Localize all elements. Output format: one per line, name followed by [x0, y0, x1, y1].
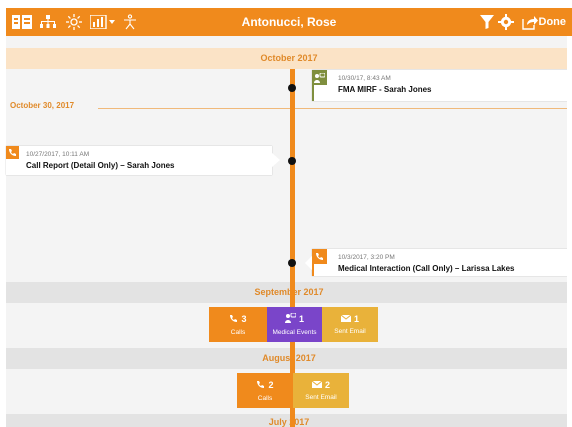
event-title: FMA MIRF - Sarah Jones — [338, 85, 432, 94]
summary-count: 1 — [353, 314, 359, 324]
email-icon — [340, 314, 352, 324]
hierarchy-icon[interactable] — [40, 13, 56, 31]
call-icon — [6, 146, 19, 159]
summary-label: Sent Email — [334, 328, 366, 335]
summary-sent-email-september[interactable]: 1 Sent Email — [322, 307, 378, 342]
card-pointer — [305, 256, 312, 270]
event-card-call-report[interactable]: 10/27/2017, 10:11 AM Call Report (Detail… — [6, 146, 272, 175]
app-frame: Antonucci, Rose Done October 2017 Octobe… — [0, 0, 572, 427]
timeline: October 2017 October 30, 2017 September … — [6, 36, 572, 427]
card-pointer — [272, 153, 280, 167]
event-color-strip — [312, 264, 314, 276]
medical-event-icon — [284, 312, 297, 325]
summary-sent-email-august[interactable]: 2 Sent Email — [293, 373, 349, 408]
event-card-medical-interaction[interactable]: 10/3/2017, 3:20 PM Medical Interaction (… — [312, 249, 572, 276]
date-divider: October 30, 2017 — [6, 101, 572, 115]
email-icon — [311, 380, 323, 390]
month-header-october: October 2017 — [6, 48, 572, 69]
summary-count: 2 — [268, 380, 274, 390]
summary-label: Medical Events — [272, 329, 317, 336]
event-card-fma-mirf[interactable]: 10/30/17, 8:43 AM FMA MIRF - Sarah Jones — [312, 70, 572, 101]
summary-calls-august[interactable]: 2 Calls — [237, 373, 293, 408]
month-header-july: July 2017 — [6, 414, 572, 427]
accessibility-icon[interactable] — [122, 13, 138, 31]
share-icon[interactable] — [522, 13, 538, 31]
event-meta: 10/3/2017, 3:20 PM — [338, 254, 395, 261]
summary-count: 1 — [298, 314, 304, 324]
event-meta: 10/30/17, 8:43 AM — [338, 75, 391, 82]
sun-icon[interactable] — [66, 13, 82, 31]
summary-label: Calls — [230, 328, 246, 336]
event-dot — [288, 157, 296, 165]
call-icon — [256, 380, 265, 391]
split-view-icon[interactable] — [12, 13, 32, 31]
summary-label: Calls — [257, 394, 273, 402]
summary-medical-events-september[interactable]: 1 Medical Events — [267, 307, 322, 342]
medical-event-icon — [312, 70, 327, 85]
event-color-strip — [312, 85, 314, 101]
summary-count: 2 — [324, 380, 330, 390]
event-meta: 10/27/2017, 10:11 AM — [26, 151, 90, 158]
month-header-september: September 2017 — [6, 282, 572, 303]
done-button[interactable]: Done — [539, 8, 567, 36]
summary-label: Sent Email — [305, 394, 337, 401]
gear-icon[interactable] — [498, 13, 514, 31]
event-title: Medical Interaction (Call Only) – Lariss… — [338, 264, 515, 273]
event-title: Call Report (Detail Only) – Sarah Jones — [26, 161, 175, 170]
month-header-august: August 2017 — [6, 348, 572, 369]
divider-line — [98, 108, 290, 109]
event-dot — [288, 259, 296, 267]
call-icon — [312, 249, 327, 264]
scrollbar[interactable] — [567, 36, 572, 427]
top-toolbar: Antonucci, Rose Done — [6, 8, 572, 36]
filter-icon[interactable] — [480, 13, 494, 31]
summary-count: 3 — [241, 314, 247, 324]
divider-line — [295, 108, 572, 109]
date-divider-label: October 30, 2017 — [10, 101, 75, 110]
event-dot — [288, 84, 296, 92]
call-icon — [229, 314, 238, 325]
summary-calls-september[interactable]: 3 Calls — [209, 307, 267, 342]
chart-dropdown-icon[interactable] — [90, 13, 116, 31]
